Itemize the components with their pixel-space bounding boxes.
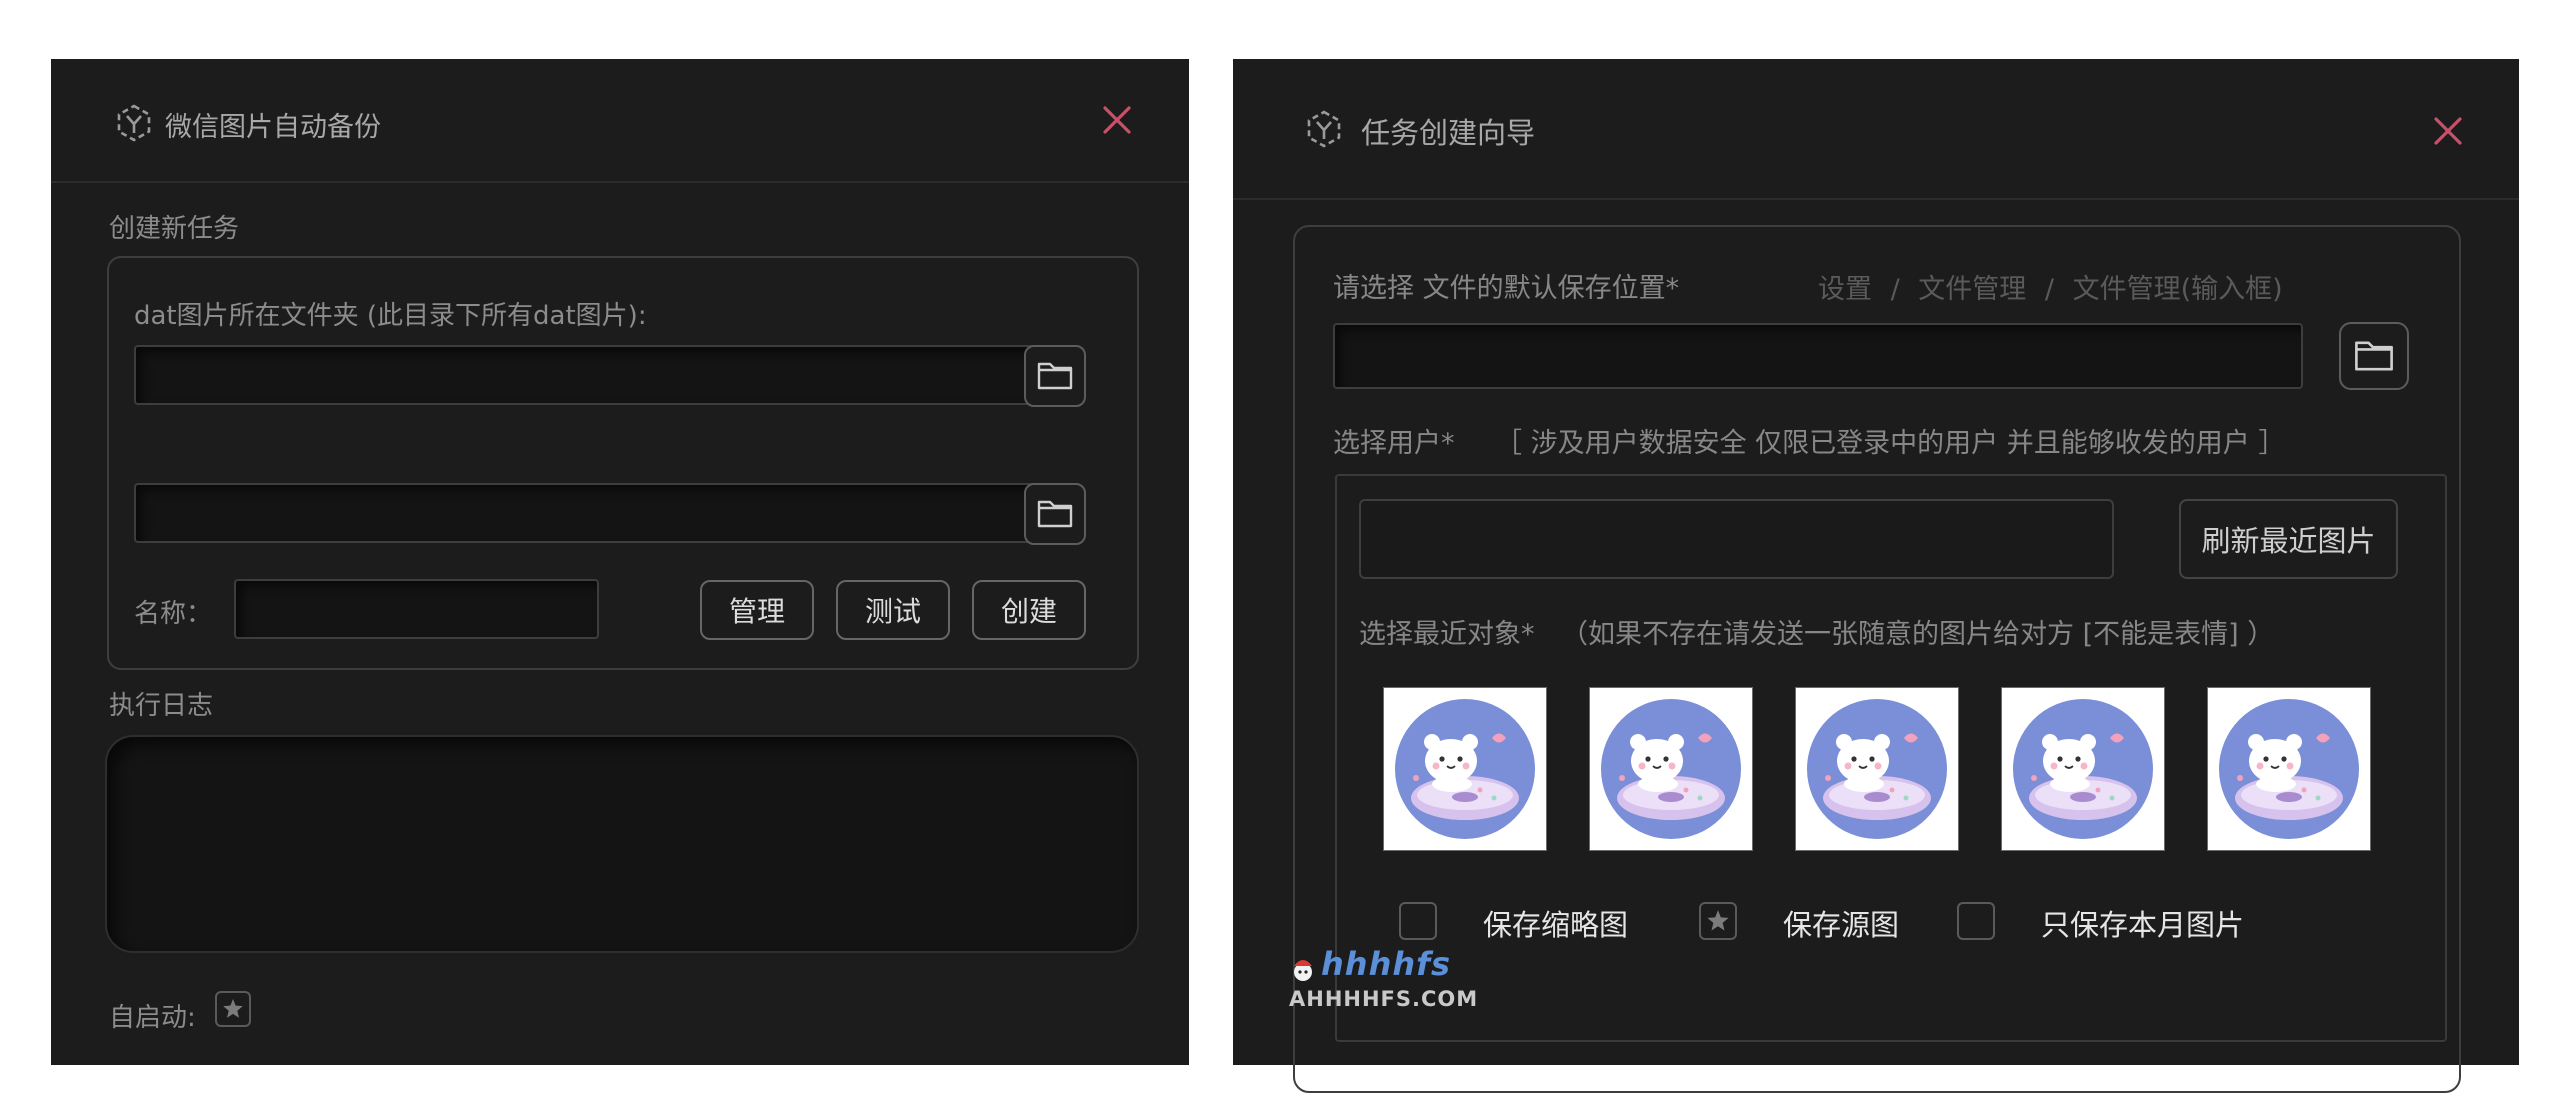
- browse-output-folder-button[interactable]: [1024, 483, 1086, 545]
- manage-button[interactable]: 管理: [700, 580, 814, 640]
- browse-save-location-button[interactable]: [2339, 322, 2409, 390]
- right-window-header: 任务创建向导: [1233, 59, 2519, 200]
- dat-folder-input[interactable]: [134, 345, 1041, 405]
- folder-icon: [2355, 341, 2393, 371]
- recent-contact-label: 选择最近对象*: [1359, 619, 1535, 650]
- path-hint-file-manager-input: 文件管理(输入框): [2072, 274, 2283, 305]
- recent-contact-thumbnail[interactable]: [1383, 687, 1547, 851]
- select-user-label: 选择用户*: [1333, 428, 1455, 459]
- right-window: 任务创建向导 请选择 文件的默认保存位置* 设置 / 文件管理 / 文件管理(输…: [1233, 59, 2519, 1093]
- left-window: 微信图片自动备份 创建新任务 dat图片所在文件夹 (此目录下所有dat图片):…: [51, 59, 1189, 1065]
- window-title: 任务创建向导: [1361, 116, 1536, 150]
- task-name-input[interactable]: [234, 579, 599, 639]
- autostart-checkbox[interactable]: [215, 991, 251, 1027]
- recent-contact-thumbnail[interactable]: [2001, 687, 2165, 851]
- app-logo-icon: [1307, 110, 1341, 148]
- path-separator: /: [2044, 274, 2054, 305]
- select-user-hint: ［ 涉及用户数据安全 仅限已登录中的用户 并且能够收发的用户 ］: [1495, 428, 2286, 459]
- bear-donut-avatar-icon: [1600, 698, 1742, 840]
- bear-donut-avatar-icon: [1394, 698, 1536, 840]
- app-logo-icon: [117, 104, 151, 142]
- bear-donut-avatar-icon: [2012, 698, 2154, 840]
- recent-contact-hint: （如果不存在请发送一张随意的图片给对方 [不能是表情] ）: [1561, 619, 2275, 650]
- left-window-header: 微信图片自动备份: [51, 59, 1189, 183]
- close-icon[interactable]: [1099, 102, 1135, 138]
- save-original-checkbox[interactable]: [1699, 902, 1737, 940]
- path-separator: /: [1890, 274, 1900, 305]
- save-thumbnail-checkbox[interactable]: [1399, 902, 1437, 940]
- current-month-only-checkbox[interactable]: [1957, 902, 1995, 940]
- user-input[interactable]: [1359, 499, 2114, 579]
- window-title: 微信图片自动备份: [165, 112, 381, 143]
- save-thumbnail-label: 保存缩略图: [1483, 908, 1629, 942]
- save-location-input[interactable]: [1333, 323, 2303, 389]
- refresh-recent-images-button[interactable]: 刷新最近图片: [2179, 499, 2398, 579]
- autostart-label: 自启动:: [109, 1003, 196, 1033]
- bear-donut-avatar-icon: [2218, 698, 2360, 840]
- star-icon: [223, 999, 243, 1018]
- star-icon: [1707, 910, 1729, 931]
- save-location-label: 请选择 文件的默认保存位置*: [1333, 273, 1680, 304]
- output-folder-input[interactable]: [134, 483, 1041, 543]
- close-icon[interactable]: [2430, 113, 2466, 149]
- folder-icon: [1037, 500, 1073, 528]
- recent-contact-thumbnail[interactable]: [1589, 687, 1753, 851]
- folder-icon: [1037, 362, 1073, 390]
- test-button[interactable]: 测试: [836, 580, 950, 640]
- save-original-label: 保存源图: [1783, 908, 1900, 942]
- task-name-label: 名称：: [134, 599, 213, 629]
- create-button[interactable]: 创建: [972, 580, 1086, 640]
- watermark-script: hhhhfs: [1321, 945, 1452, 983]
- path-hint-settings: 设置: [1818, 274, 1872, 305]
- current-month-only-label: 只保存本月图片: [2041, 908, 2245, 942]
- watermark-domain: AHHHHFS.COM: [1289, 987, 1479, 1011]
- dat-folder-label: dat图片所在文件夹 (此目录下所有dat图片):: [134, 301, 647, 331]
- section-create-title: 创建新任务: [109, 214, 240, 244]
- bear-donut-avatar-icon: [1806, 698, 1948, 840]
- execution-log-area: [105, 735, 1139, 953]
- path-hint-breadcrumb: 设置 / 文件管理 / 文件管理(输入框): [1818, 267, 2283, 306]
- watermark-mascot-icon: [1294, 960, 1312, 981]
- path-hint-file-manager: 文件管理: [1918, 274, 2027, 305]
- section-log-title: 执行日志: [109, 691, 214, 721]
- recent-contact-thumbnail[interactable]: [2207, 687, 2371, 851]
- recent-contact-thumbnail[interactable]: [1795, 687, 1959, 851]
- browse-dat-folder-button[interactable]: [1024, 345, 1086, 407]
